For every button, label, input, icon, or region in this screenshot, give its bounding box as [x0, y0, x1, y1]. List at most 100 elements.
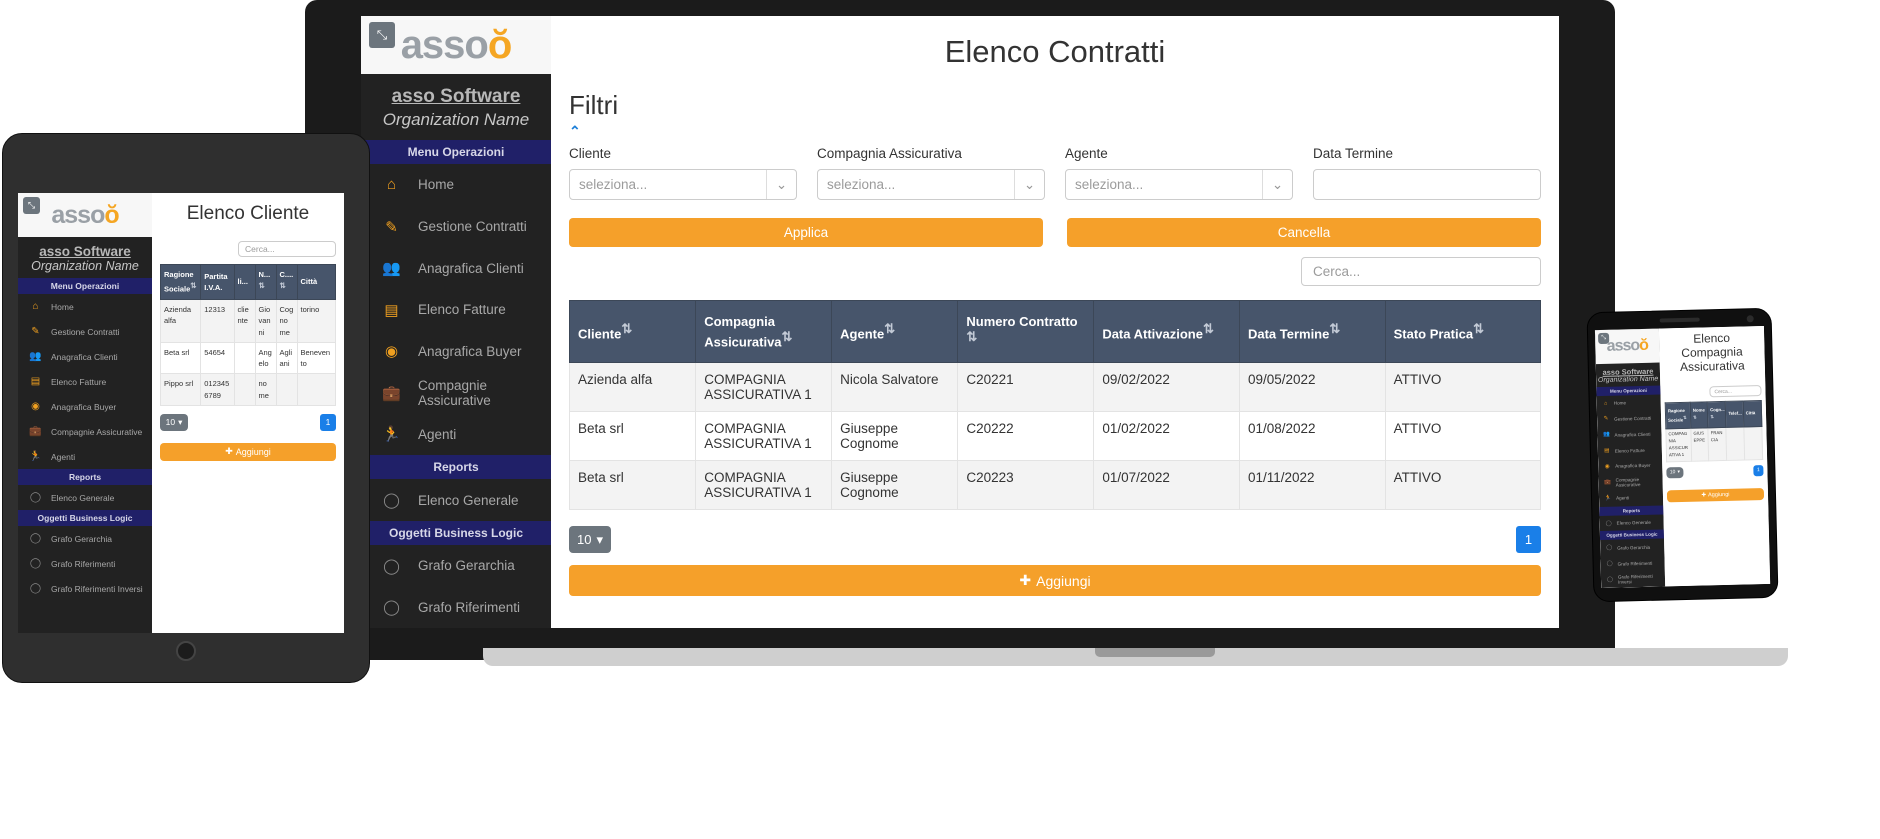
column-header-compagnia-assicurativa[interactable]: Compagnia Assicurativa⇅ — [695, 300, 833, 363]
cell: 09/05/2022 — [1238, 362, 1386, 412]
asso-logo: asso ŏ — [1606, 337, 1648, 356]
sidebar-item-compagnie-assicurative[interactable]: 💼 Compagnie Assicurative — [18, 419, 152, 444]
sidebar-item-elenco-generale[interactable]: ◯ Elenco Generale — [18, 485, 152, 510]
column-header-nome[interactable]: Nome⇅ — [1690, 402, 1709, 429]
sidebar-item-grafo-riferimenti[interactable]: ◯ Grafo Riferimenti — [361, 586, 551, 628]
column-header-cognome[interactable]: Cogn...⇅ — [1707, 401, 1727, 429]
sidebar-item-anagrafica-buyer[interactable]: ◉ Anagrafica Buyer — [361, 331, 551, 373]
sidebar-item-anagrafica-clienti[interactable]: 👥 Anagrafica Clienti — [1597, 426, 1661, 443]
column-header-ragione-sociale[interactable]: Ragione Sociale⇅ — [159, 264, 202, 300]
search-input[interactable]: Cerca... — [1301, 257, 1541, 286]
edit-document-icon: ✎ — [1603, 416, 1609, 423]
column-header-cliente[interactable]: Cliente⇅ — [568, 300, 697, 363]
circle-icon: ◯ — [29, 533, 42, 544]
table-row[interactable]: Beta srl COMPAGNIA ASSICURATIVA 1 Giusep… — [568, 411, 1542, 461]
table-row[interactable]: Beta srl COMPAGNIA ASSICURATIVA 1 Giusep… — [568, 460, 1542, 510]
sidebar-item-elenco-fatture[interactable]: ▤ Elenco Fatture — [361, 289, 551, 331]
aggiungi-button[interactable]: ✚ Aggiungi — [1666, 487, 1765, 503]
sidebar-collapse-icon[interactable]: ⤡ — [369, 22, 395, 48]
sidebar-item-elenco-fatture[interactable]: ▤ Elenco Fatture — [18, 369, 152, 394]
page-size-dropdown[interactable]: 10 ▾ — [1666, 466, 1684, 479]
column-header-ragione-sociale[interactable]: Ragione Sociale⇅ — [1665, 402, 1691, 430]
sidebar-item-anagrafica-buyer[interactable]: ◉ Anagrafica Buyer — [18, 394, 152, 419]
laptop-screen: ⤡ asso ŏ asso Software Organization Name … — [361, 16, 1559, 628]
search-input[interactable]: Cerca... — [1709, 385, 1762, 398]
column-header-partita-iva[interactable]: Partita I.V.A. — [200, 264, 235, 300]
sidebar-item-compagnie-assicurative[interactable]: 💼 Compagnie Assicurative — [1598, 473, 1662, 490]
search-input[interactable]: Cerca... — [238, 241, 336, 257]
sidebar-item-grafo-riferimenti-inversi[interactable]: ◯ Grafo Riferimenti Inversi — [18, 576, 152, 601]
sidebar-item-compagnie-assicurative[interactable]: 💼 Compagnie Assicurative — [361, 372, 551, 414]
column-header-data-attivazione[interactable]: Data Attivazione⇅ — [1093, 300, 1240, 363]
chevron-up-icon[interactable]: ⌃ — [569, 123, 1541, 140]
sidebar-item-anagrafica-buyer[interactable]: ◉ Anagrafica Buyer — [1598, 458, 1662, 475]
column-header-numero-contratto[interactable]: Numero Contratto⇅ — [957, 300, 1095, 363]
sidebar-item-grafo-gerarchia[interactable]: ◯ Grafo Gerarchia — [18, 526, 152, 551]
sidebar-collapse-icon[interactable]: ⤡ — [1597, 332, 1610, 345]
chevron-down-icon: ⌄ — [1014, 170, 1044, 199]
page-size-dropdown[interactable]: 10 ▾ — [569, 526, 611, 553]
table-row[interactable]: Azienda alfa COMPAGNIA ASSICURATIVA 1 Ni… — [568, 362, 1542, 412]
column-header-agente[interactable]: Agente⇅ — [831, 300, 959, 363]
sidebar-item-home[interactable]: ⌂ Home — [1597, 394, 1661, 411]
sidebar-item-gestione-contratti[interactable]: ✎ Gestione Contratti — [361, 206, 551, 248]
page-size-dropdown[interactable]: 10 ▾ — [160, 413, 188, 431]
tablet-home-button[interactable] — [176, 641, 196, 661]
sidebar-section-reports: Reports — [18, 469, 152, 485]
plus-icon: ✚ — [225, 446, 233, 457]
sidebar-item-label: Anagrafica Clienti — [51, 351, 118, 362]
pagination-page-1[interactable]: 1 — [1753, 464, 1764, 477]
data-termine-input[interactable] — [1313, 169, 1541, 200]
aggiungi-button[interactable]: ✚ Aggiungi — [160, 442, 336, 461]
table-row[interactable]: Azienda alfa 12313 cliente Giovanni Cogn… — [159, 299, 336, 343]
sidebar-item-grafo-gerarchia[interactable]: ◯ Grafo Gerarchia — [1600, 539, 1664, 556]
add-label: Aggiungi — [1036, 572, 1091, 589]
sidebar-item-anagrafica-clienti[interactable]: 👥 Anagrafica Clienti — [18, 344, 152, 369]
cell: 0123456789 — [200, 373, 235, 406]
sidebar-item-agenti[interactable]: 🏃 Agenti — [361, 414, 551, 456]
search-placeholder: Cerca... — [1714, 388, 1733, 396]
sidebar-collapse-icon[interactable]: ⤡ — [23, 197, 40, 214]
sidebar-item-elenco-generale[interactable]: ◯ Elenco Generale — [1599, 514, 1663, 531]
column-header-stato-pratica[interactable]: Stato Pratica⇅ — [1384, 300, 1542, 363]
compagnia-assicurativa-select[interactable]: seleziona... ⌄ — [817, 169, 1045, 200]
column-header-data-termine[interactable]: Data Termine⇅ — [1238, 300, 1386, 363]
column-header-citta[interactable]: Città — [296, 264, 336, 300]
column-header-telefono[interactable]: Telef... — [1725, 401, 1744, 428]
sidebar-item-grafo-riferimenti[interactable]: ◯ Grafo Riferimenti — [18, 551, 152, 576]
column-header-citta[interactable]: Città — [1742, 400, 1762, 428]
column-header-nome[interactable]: N... ⇅ — [254, 264, 277, 300]
sidebar-item-agenti[interactable]: 🏃 Agenti — [1599, 489, 1663, 506]
sidebar-item-label: Grafo Riferimenti — [51, 558, 116, 569]
aggiungi-button[interactable]: ✚ Aggiungi — [569, 565, 1541, 596]
table-row[interactable]: COMPAGNIA ASSICURATIVA 1 GIUSEPPE FRANCI… — [1665, 426, 1763, 462]
sidebar-item-label: Grafo Riferimenti — [1617, 560, 1653, 567]
table-row[interactable]: Beta srl 54654 Angelo Agliani Benevento — [159, 341, 336, 375]
main-content-tablet: Elenco Cliente Cerca... Ragione Sociale⇅… — [152, 193, 344, 633]
table-row[interactable]: Pippo srl 0123456789 nome — [159, 373, 336, 406]
sidebar-item-grafo-riferimenti-inversi[interactable]: ◯ Grafo Riferimenti Inversi — [1601, 571, 1665, 588]
sidebar-item-grafo-riferimenti[interactable]: ◯ Grafo Riferimenti — [1600, 555, 1664, 572]
pagination-page-1[interactable]: 1 — [320, 413, 336, 431]
home-icon: ⌂ — [32, 301, 39, 312]
sidebar-item-gestione-contratti[interactable]: ✎ Gestione Contratti — [18, 319, 152, 344]
header-label: Città — [1745, 410, 1756, 416]
cancella-button[interactable]: Cancella — [1067, 218, 1541, 247]
sidebar-item-home[interactable]: ⌂ Home — [18, 294, 152, 319]
agente-select[interactable]: seleziona... ⌄ — [1065, 169, 1293, 200]
sidebar-item-grafo-gerarchia[interactable]: ◯ Grafo Gerarchia — [361, 545, 551, 587]
sidebar-section-menu-operazioni: Menu Operazioni — [18, 278, 152, 294]
column-header-li[interactable]: li... — [233, 264, 256, 300]
applica-button[interactable]: Applica — [569, 218, 1043, 247]
sidebar-item-elenco-generale[interactable]: ◯ Elenco Generale — [361, 479, 551, 521]
column-header-cognome[interactable]: C.... ⇅ — [275, 264, 298, 300]
sidebar-item-elenco-fatture[interactable]: ▤ Elenco Fatture — [1598, 442, 1662, 459]
sidebar-item-gestione-contratti[interactable]: ✎ Gestione Contratti — [1597, 410, 1661, 427]
sidebar-item-agenti[interactable]: 🏃 Agenti — [18, 444, 152, 469]
header-label: Telef... — [1728, 410, 1742, 417]
pagination-page-1[interactable]: 1 — [1516, 526, 1541, 553]
sidebar-item-home[interactable]: ⌂ Home — [361, 164, 551, 206]
sort-icon: ⇅ — [1202, 321, 1214, 337]
sidebar-item-anagrafica-clienti[interactable]: 👥 Anagrafica Clienti — [361, 247, 551, 289]
cliente-select[interactable]: seleziona... ⌄ — [569, 169, 797, 200]
